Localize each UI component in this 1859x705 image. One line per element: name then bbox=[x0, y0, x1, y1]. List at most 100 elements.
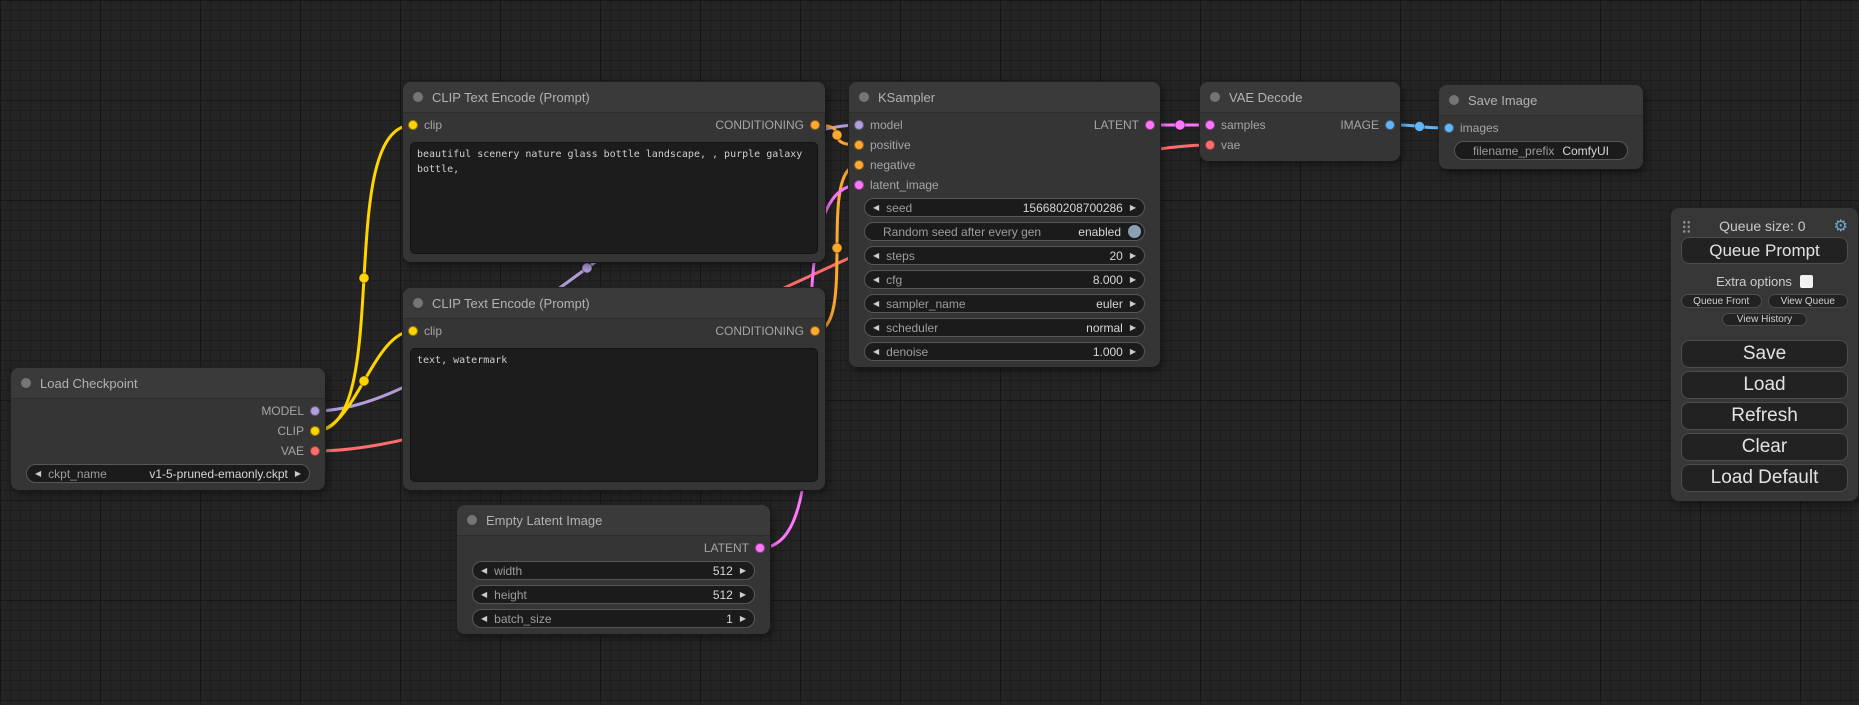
collapse-dot-icon[interactable] bbox=[467, 515, 477, 525]
input-port-label: latent_image bbox=[870, 178, 939, 192]
input-port-label: samples bbox=[1221, 118, 1266, 132]
increment-arrow-icon[interactable]: ▶ bbox=[295, 470, 301, 478]
increment-arrow-icon[interactable]: ▶ bbox=[1130, 204, 1136, 212]
prompt-textarea[interactable]: beautiful scenery nature glass bottle la… bbox=[411, 143, 817, 253]
decrement-arrow-icon[interactable]: ◀ bbox=[873, 300, 879, 308]
load-button[interactable]: Load bbox=[1681, 371, 1848, 399]
increment-arrow-icon[interactable]: ▶ bbox=[1130, 252, 1136, 260]
decrement-arrow-icon[interactable]: ◀ bbox=[481, 567, 487, 575]
view-history-button[interactable]: View History bbox=[1722, 313, 1807, 326]
node-clip-encode-positive[interactable]: CLIP Text Encode (Prompt)clipCONDITIONIN… bbox=[403, 82, 825, 262]
decrement-arrow-icon[interactable]: ◀ bbox=[873, 348, 879, 356]
node-empty-latent[interactable]: Empty Latent ImageLATENT◀width512▶◀heigh… bbox=[457, 505, 770, 634]
node-title-bar: CLIP Text Encode (Prompt) bbox=[403, 82, 825, 113]
widget-value: ComfyUI bbox=[1562, 144, 1609, 158]
input-port-clip[interactable] bbox=[408, 120, 418, 130]
input-port-latent_image[interactable] bbox=[854, 180, 864, 190]
output-port-VAE[interactable] bbox=[310, 446, 320, 456]
widget-label: ckpt_name bbox=[48, 467, 107, 481]
node-load-checkpoint[interactable]: Load CheckpointMODELCLIPVAE◀ckpt_namev1-… bbox=[11, 368, 325, 490]
view-queue-button[interactable]: View Queue bbox=[1768, 294, 1849, 308]
drag-handle-icon[interactable] bbox=[1682, 220, 1691, 233]
increment-arrow-icon[interactable]: ▶ bbox=[1130, 348, 1136, 356]
decrement-arrow-icon[interactable]: ◀ bbox=[873, 324, 879, 332]
increment-arrow-icon[interactable]: ▶ bbox=[1130, 276, 1136, 284]
widget-ckpt_name[interactable]: ◀ckpt_namev1-5-pruned-emaonly.ckpt▶ bbox=[26, 464, 310, 483]
decrement-arrow-icon[interactable]: ◀ bbox=[35, 470, 41, 478]
increment-arrow-icon[interactable]: ▶ bbox=[1130, 324, 1136, 332]
input-port-vae[interactable] bbox=[1205, 140, 1215, 150]
widget-width[interactable]: ◀width512▶ bbox=[472, 561, 755, 580]
input-port-negative[interactable] bbox=[854, 160, 864, 170]
node-clip-encode-negative[interactable]: CLIP Text Encode (Prompt)clipCONDITIONIN… bbox=[403, 288, 825, 490]
widget-label: seed bbox=[886, 201, 912, 215]
widget-batch_size[interactable]: ◀batch_size1▶ bbox=[472, 609, 755, 628]
widget-sampler_name[interactable]: ◀sampler_nameeuler▶ bbox=[864, 294, 1145, 313]
node-canvas[interactable]: Load CheckpointMODELCLIPVAE◀ckpt_namev1-… bbox=[0, 0, 1859, 705]
widget-steps[interactable]: ◀steps20▶ bbox=[864, 246, 1145, 265]
queue-front-button[interactable]: Queue Front bbox=[1681, 294, 1762, 308]
queue-prompt-button[interactable]: Queue Prompt bbox=[1681, 237, 1848, 264]
collapse-dot-icon[interactable] bbox=[1449, 95, 1459, 105]
collapse-dot-icon[interactable] bbox=[21, 378, 31, 388]
wire-midpoint-dot bbox=[359, 273, 369, 283]
node-save-image[interactable]: Save Image images filename_prefixComfyUI bbox=[1439, 85, 1643, 169]
prompt-textarea[interactable]: text, watermark bbox=[411, 349, 817, 481]
increment-arrow-icon[interactable]: ▶ bbox=[740, 615, 746, 623]
decrement-arrow-icon[interactable]: ◀ bbox=[873, 252, 879, 260]
node-title-bar: CLIP Text Encode (Prompt) bbox=[403, 288, 825, 319]
output-port-LATENT[interactable] bbox=[1145, 120, 1155, 130]
increment-arrow-icon[interactable]: ▶ bbox=[1130, 300, 1136, 308]
collapse-dot-icon[interactable] bbox=[859, 92, 869, 102]
decrement-arrow-icon[interactable]: ◀ bbox=[481, 591, 487, 599]
output-port-CONDITIONING[interactable] bbox=[810, 120, 820, 130]
input-port-samples[interactable] bbox=[1205, 120, 1215, 130]
widget-cfg[interactable]: ◀cfg8.000▶ bbox=[864, 270, 1145, 289]
extra-options-checkbox[interactable] bbox=[1800, 275, 1813, 288]
queue-small-buttons: Queue Front View Queue bbox=[1681, 294, 1848, 308]
widget-filename_prefix[interactable]: filename_prefixComfyUI bbox=[1454, 141, 1628, 160]
node-ksampler[interactable]: KSamplermodelLATENTpositivenegativelaten… bbox=[849, 82, 1160, 367]
decrement-arrow-icon[interactable]: ◀ bbox=[481, 615, 487, 623]
port-row: CLIP bbox=[11, 421, 325, 441]
save-button[interactable]: Save bbox=[1681, 340, 1848, 368]
widget-seed[interactable]: ◀ seed 156680208700286 ▶ bbox=[864, 198, 1145, 217]
node-title-label: Save Image bbox=[1468, 93, 1537, 108]
output-port-MODEL[interactable] bbox=[310, 406, 320, 416]
input-port-label: positive bbox=[870, 138, 911, 152]
widget-value: 1.000 bbox=[1093, 345, 1123, 359]
increment-arrow-icon[interactable]: ▶ bbox=[740, 591, 746, 599]
output-port-CONDITIONING[interactable] bbox=[810, 326, 820, 336]
node-title-bar: KSampler bbox=[849, 82, 1160, 113]
port-row: LATENT bbox=[457, 538, 770, 558]
load-default-button[interactable]: Load Default bbox=[1681, 464, 1848, 492]
input-port-positive[interactable] bbox=[854, 140, 864, 150]
collapse-dot-icon[interactable] bbox=[413, 298, 423, 308]
refresh-button[interactable]: Refresh bbox=[1681, 402, 1848, 430]
output-port-CLIP[interactable] bbox=[310, 426, 320, 436]
wire-midpoint-dot bbox=[359, 376, 369, 386]
collapse-dot-icon[interactable] bbox=[1210, 92, 1220, 102]
input-port-label: clip bbox=[424, 118, 442, 132]
widget-denoise[interactable]: ◀denoise1.000▶ bbox=[864, 342, 1145, 361]
port-row: MODEL bbox=[11, 401, 325, 421]
collapse-dot-icon[interactable] bbox=[413, 92, 423, 102]
wire-midpoint-dot bbox=[582, 263, 592, 273]
input-port-images[interactable] bbox=[1444, 123, 1454, 133]
toggle-knob-icon[interactable] bbox=[1128, 225, 1141, 238]
output-port-LATENT[interactable] bbox=[755, 543, 765, 553]
decrement-arrow-icon[interactable]: ◀ bbox=[873, 276, 879, 284]
widget-scheduler[interactable]: ◀schedulernormal▶ bbox=[864, 318, 1145, 337]
widget-random-seed-after-every-gen[interactable]: Random seed after every genenabled bbox=[864, 222, 1145, 241]
widget-height[interactable]: ◀height512▶ bbox=[472, 585, 755, 604]
clear-button[interactable]: Clear bbox=[1681, 433, 1848, 461]
input-port-label: images bbox=[1460, 121, 1499, 135]
node-vae-decode[interactable]: VAE DecodesamplesIMAGEvae bbox=[1200, 82, 1400, 161]
input-port-model[interactable] bbox=[854, 120, 864, 130]
widget-value: 156680208700286 bbox=[1023, 201, 1123, 215]
decrement-arrow-icon[interactable]: ◀ bbox=[873, 204, 879, 212]
increment-arrow-icon[interactable]: ▶ bbox=[740, 567, 746, 575]
input-port-clip[interactable] bbox=[408, 326, 418, 336]
settings-gear-icon[interactable]: ⚙ bbox=[1834, 218, 1848, 234]
output-port-IMAGE[interactable] bbox=[1385, 120, 1395, 130]
